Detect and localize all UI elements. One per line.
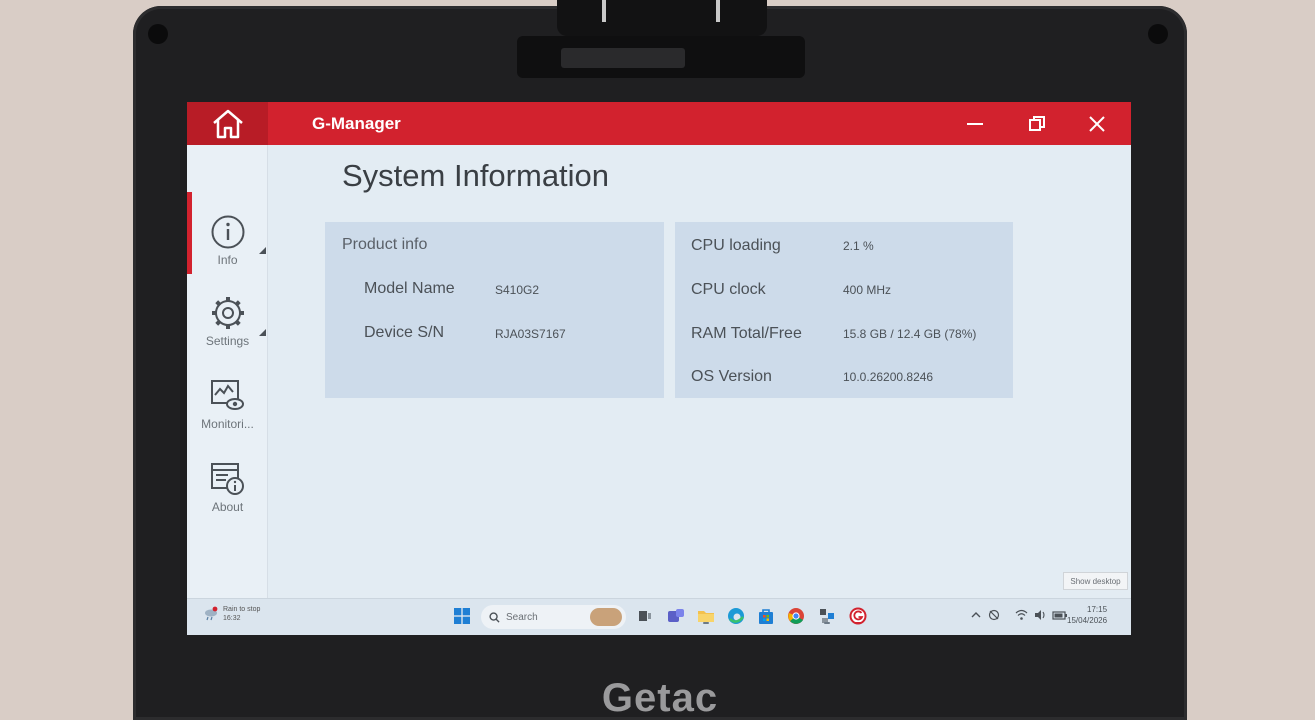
- screen: G-Manager Info Settings Monitori... Abou…: [187, 102, 1131, 635]
- chrome-button[interactable]: [786, 606, 806, 626]
- device-sn-label: Device S/N: [364, 324, 445, 341]
- taskbar: Rain to stop 16:32 Search 17:15 15/04/20…: [187, 598, 1131, 635]
- network-app-button[interactable]: [817, 606, 837, 626]
- teams-button[interactable]: [666, 606, 686, 626]
- clock-date: 15/04/2026: [1067, 616, 1108, 625]
- edge-button[interactable]: [726, 606, 746, 626]
- page-title: System Information: [342, 158, 610, 193]
- sidebar-item-settings[interactable]: Settings: [187, 274, 268, 350]
- cpu-loading-label: CPU loading: [691, 237, 781, 254]
- taskbar-search[interactable]: Search: [481, 605, 626, 629]
- device-sn-value: RJA03S7167: [495, 327, 566, 341]
- cpu-loading-value: 2.1 %: [843, 239, 874, 253]
- close-button[interactable]: [1067, 102, 1127, 145]
- os-version-label: OS Version: [691, 368, 772, 385]
- start-button[interactable]: [452, 606, 472, 626]
- sidebar-item-label: About: [211, 500, 244, 514]
- restore-icon: [1029, 115, 1045, 131]
- location-off-icon[interactable]: [988, 609, 1000, 621]
- minimize-icon: [967, 122, 983, 125]
- running-indicator: [855, 622, 861, 624]
- running-indicator: [824, 622, 830, 624]
- sidebar: Info Settings Monitori... About: [187, 145, 268, 598]
- system-tray: [970, 609, 1000, 621]
- sidebar-item-label: Info: [217, 253, 238, 267]
- ram-label: RAM Total/Free: [691, 325, 802, 342]
- monitoring-icon: [210, 380, 244, 410]
- panel-heading: Product info: [342, 236, 428, 253]
- cpu-clock-value: 400 MHz: [843, 283, 892, 297]
- file-explorer-button[interactable]: [696, 606, 716, 626]
- system-stats-panel: CPU loading 2.1 % CPU clock 400 MHz RAM …: [675, 222, 1013, 398]
- restore-button[interactable]: [1007, 102, 1067, 145]
- sidebar-item-info[interactable]: Info: [187, 192, 268, 274]
- windows-icon: [454, 608, 470, 624]
- model-name-label: Model Name: [364, 280, 455, 297]
- ram-value: 15.8 GB / 12.4 GB (78%): [843, 327, 977, 341]
- store-button[interactable]: [756, 606, 776, 626]
- clock-time: 17:15: [1087, 605, 1108, 614]
- sidebar-item-label: Monitori...: [201, 417, 254, 431]
- search-highlight-image: [590, 608, 622, 626]
- task-view-button[interactable]: [635, 606, 655, 626]
- taskbar-clock[interactable]: 17:15 15/04/2026: [1067, 604, 1107, 626]
- cpu-clock-label: CPU clock: [691, 281, 766, 298]
- os-version-value: 10.0.26200.8246: [843, 370, 934, 384]
- home-icon: [212, 109, 243, 138]
- rain-cloud-icon: [205, 606, 218, 621]
- weather-condition: Rain to stop: [223, 606, 261, 613]
- title-bar: G-Manager: [187, 102, 1131, 145]
- g-manager-taskbar-button[interactable]: [848, 606, 868, 626]
- volume-icon: [1035, 610, 1045, 620]
- sidebar-item-monitoring[interactable]: Monitori...: [187, 357, 268, 433]
- model-name-value: S410G2: [495, 283, 540, 297]
- weather-text: Rain to stop 16:32: [223, 605, 260, 623]
- info-icon: [211, 215, 244, 249]
- chevron-up-icon[interactable]: [970, 609, 982, 621]
- home-button[interactable]: [187, 102, 268, 145]
- app-title: G-Manager: [312, 114, 401, 133]
- task-view-icon: [639, 611, 651, 621]
- about-icon: [210, 463, 244, 495]
- edge-icon: [728, 608, 744, 624]
- minimize-button[interactable]: [945, 102, 1005, 145]
- sidebar-item-about[interactable]: About: [187, 440, 268, 516]
- search-placeholder: Search: [506, 611, 538, 623]
- expand-arrow-icon: [259, 329, 266, 336]
- product-info-panel: Product info Model Name S410G2 Device S/…: [325, 222, 664, 398]
- quick-settings[interactable]: [1015, 609, 1068, 621]
- close-icon: [1089, 115, 1105, 132]
- wifi-icon: [1015, 609, 1028, 620]
- chrome-icon: [788, 608, 804, 624]
- store-icon: [759, 609, 773, 624]
- brand-logo: Getac: [601, 676, 719, 720]
- sidebar-item-label: Settings: [205, 334, 250, 348]
- weather-time: 16:32: [223, 615, 241, 622]
- search-icon: [489, 611, 500, 623]
- gear-icon: [211, 297, 244, 329]
- battery-icon: [1052, 611, 1067, 620]
- chat-icon: [668, 609, 684, 622]
- show-desktop-tooltip: Show desktop: [1063, 572, 1128, 590]
- weather-widget[interactable]: Rain to stop 16:32: [203, 605, 260, 623]
- running-indicator: [703, 622, 709, 624]
- expand-arrow-icon: [259, 247, 266, 254]
